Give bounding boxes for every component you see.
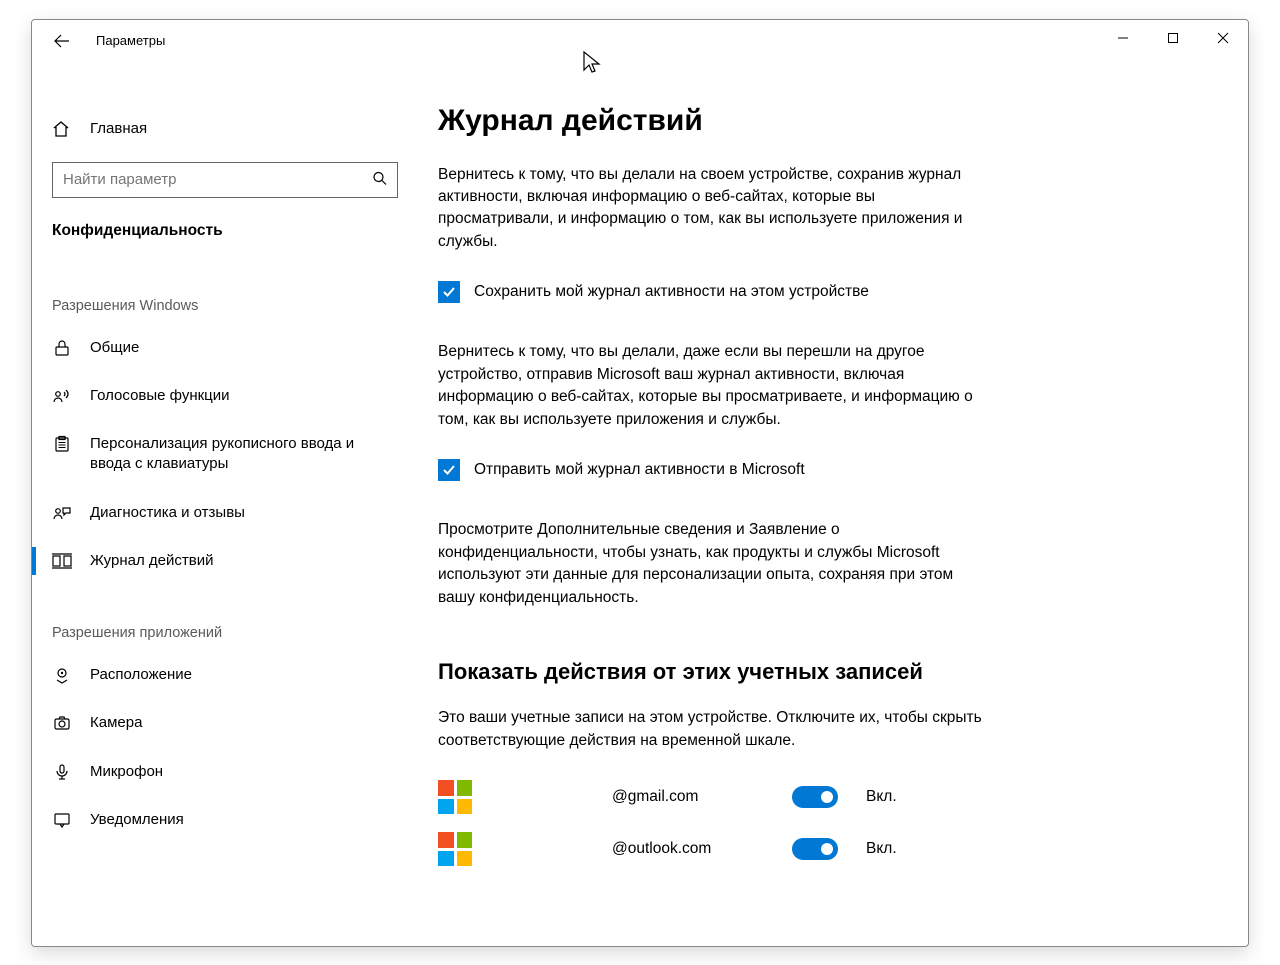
sidebar-item-label: Расположение: [90, 665, 192, 685]
checkbox-checked-icon: [438, 459, 460, 481]
microsoft-logo-icon: [438, 780, 472, 814]
accounts-description: Это ваши учетные записи на этом устройст…: [438, 707, 988, 752]
maximize-button[interactable]: [1148, 20, 1198, 56]
account-email: @gmail.com: [612, 788, 772, 806]
home-label: Главная: [90, 120, 147, 137]
sidebar-item-label: Персонализация рукописного ввода и ввода…: [90, 434, 398, 475]
toggle-state: Вкл.: [866, 788, 897, 806]
account-row-outlook: @outlook.com Вкл.: [438, 832, 1188, 866]
sidebar-item-diagnostics[interactable]: Диагностика и отзывы: [32, 489, 418, 537]
main-content: Журнал действий Вернитесь к тому, что вы…: [418, 62, 1248, 946]
window-controls: [1098, 20, 1248, 56]
account-row-gmail: @gmail.com Вкл.: [438, 780, 1188, 814]
close-icon: [1217, 32, 1229, 44]
sidebar-item-label: Журнал действий: [90, 551, 213, 571]
sidebar-item-general[interactable]: Общие: [32, 324, 418, 372]
lock-icon: [52, 339, 72, 357]
sidebar-item-label: Общие: [90, 338, 139, 358]
notifications-icon: [52, 811, 72, 829]
section-app-permissions: Разрешения приложений: [32, 585, 418, 651]
sidebar-item-activity-history[interactable]: Журнал действий: [32, 537, 418, 585]
clipboard-icon: [52, 435, 72, 453]
speech-icon: [52, 387, 72, 405]
account-toggle[interactable]: [792, 838, 838, 860]
store-activity-label: Сохранить мой журнал активности на этом …: [474, 283, 869, 301]
account-toggle[interactable]: [792, 786, 838, 808]
window-title: Параметры: [96, 33, 165, 48]
sidebar-item-speech[interactable]: Голосовые функции: [32, 372, 418, 420]
category-label: Конфиденциальность: [32, 216, 418, 258]
maximize-icon: [1167, 32, 1179, 44]
sidebar-item-camera[interactable]: Камера: [32, 699, 418, 747]
close-button[interactable]: [1198, 20, 1248, 56]
minimize-icon: [1117, 32, 1129, 44]
microphone-icon: [52, 763, 72, 781]
sidebar-item-label: Уведомления: [90, 810, 184, 830]
sidebar-item-location[interactable]: Расположение: [32, 651, 418, 699]
search-box[interactable]: [52, 162, 398, 198]
section-windows-permissions: Разрешения Windows: [32, 258, 418, 324]
camera-icon: [52, 714, 72, 732]
description-2: Вернитесь к тому, что вы делали, даже ес…: [438, 341, 988, 431]
sidebar-item-label: Камера: [90, 713, 142, 733]
minimize-button[interactable]: [1098, 20, 1148, 56]
toggle-state: Вкл.: [866, 840, 897, 858]
store-activity-checkbox-row[interactable]: Сохранить мой журнал активности на этом …: [438, 281, 1188, 303]
titlebar: Параметры: [32, 20, 1248, 62]
home-button[interactable]: Главная: [32, 110, 418, 148]
checkbox-checked-icon: [438, 281, 460, 303]
accounts-heading: Показать действия от этих учетных записе…: [438, 659, 1188, 685]
sidebar: Главная Конфиденциальность Разрешения Wi…: [32, 62, 418, 946]
send-activity-checkbox-row[interactable]: Отправить мой журнал активности в Micros…: [438, 459, 1188, 481]
description-3: Просмотрите Дополнительные сведения и За…: [438, 519, 988, 609]
search-input[interactable]: [52, 162, 398, 198]
feedback-icon: [52, 504, 72, 522]
sidebar-item-inking[interactable]: Персонализация рукописного ввода и ввода…: [32, 420, 418, 489]
page-title: Журнал действий: [438, 104, 1188, 138]
window-body: Главная Конфиденциальность Разрешения Wi…: [32, 62, 1248, 946]
home-icon: [52, 120, 72, 138]
sidebar-item-label: Диагностика и отзывы: [90, 503, 245, 523]
back-button[interactable]: [52, 31, 72, 51]
account-email: @outlook.com: [612, 840, 772, 858]
back-arrow-icon: [54, 33, 70, 49]
sidebar-item-label: Голосовые функции: [90, 386, 230, 406]
location-icon: [52, 666, 72, 684]
sidebar-item-label: Микрофон: [90, 762, 163, 782]
description-1: Вернитесь к тому, что вы делали на своем…: [438, 164, 988, 254]
search-icon: [372, 170, 388, 189]
microsoft-logo-icon: [438, 832, 472, 866]
sidebar-item-microphone[interactable]: Микрофон: [32, 748, 418, 796]
sidebar-item-notifications[interactable]: Уведомления: [32, 796, 418, 844]
send-activity-label: Отправить мой журнал активности в Micros…: [474, 461, 805, 479]
settings-window: Параметры Главная: [31, 19, 1249, 947]
timeline-icon: [52, 552, 72, 570]
